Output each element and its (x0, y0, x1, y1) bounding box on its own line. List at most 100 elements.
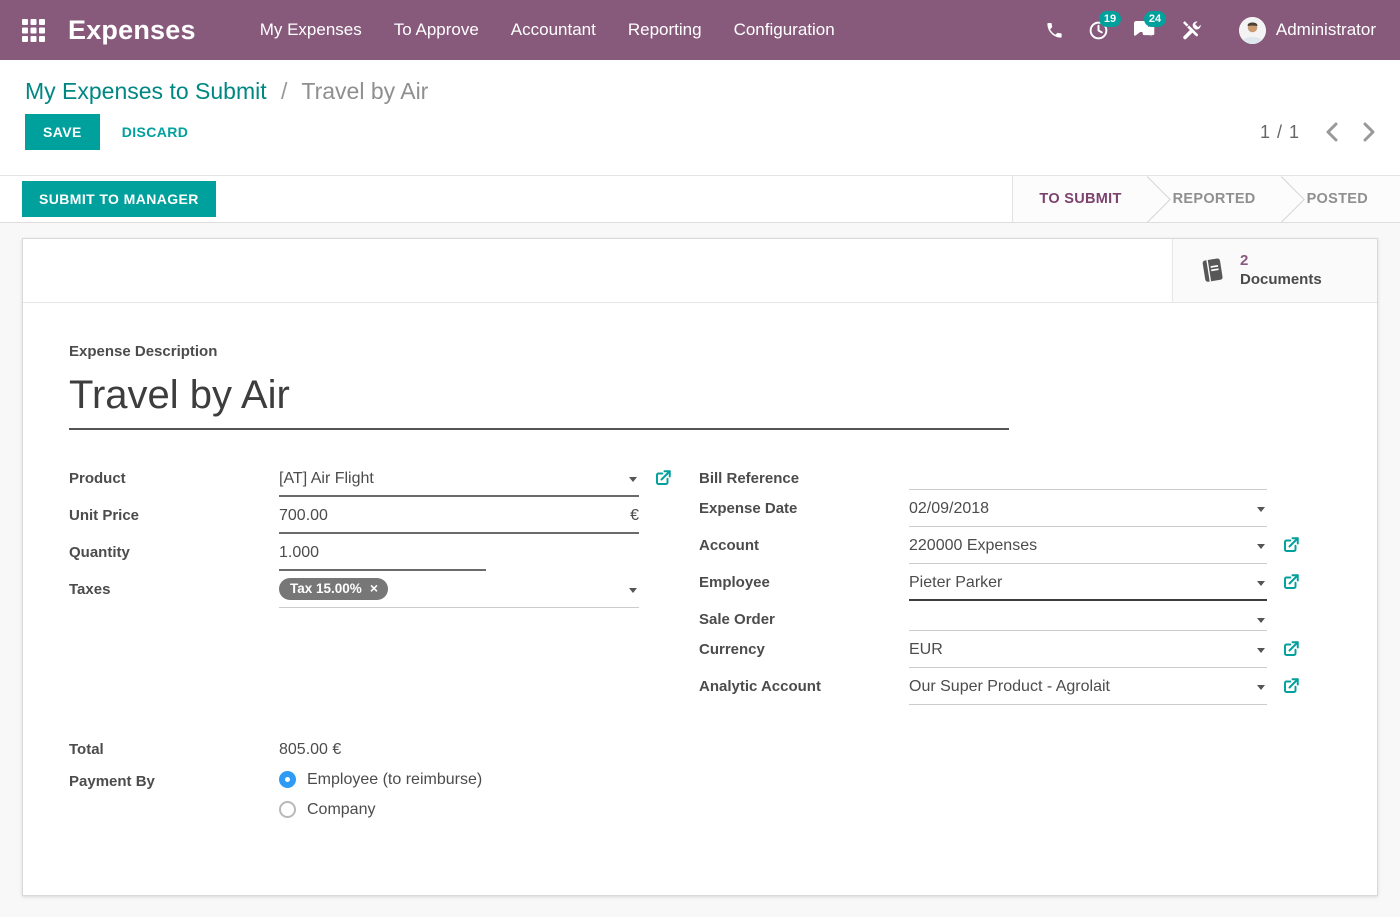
external-link-icon[interactable] (1282, 640, 1300, 658)
messages-icon[interactable]: 24 (1133, 20, 1157, 41)
currency-input[interactable]: EUR (909, 639, 1267, 668)
menu-my-expenses[interactable]: My Expenses (260, 20, 362, 40)
taxes-row: Taxes Tax 15.00% × (69, 579, 639, 608)
pager: 1 / 1 (1260, 122, 1376, 143)
form-body: Expense Description Travel by Air Produc… (23, 303, 1377, 819)
submit-to-manager-button[interactable]: SUBMIT TO MANAGER (22, 181, 216, 217)
menu-accountant[interactable]: Accountant (511, 20, 596, 40)
product-row: Product [AT] Air Flight (69, 468, 639, 497)
external-link-icon[interactable] (1282, 677, 1300, 695)
discard-button[interactable]: DISCARD (122, 124, 189, 140)
product-input[interactable]: [AT] Air Flight (279, 468, 639, 497)
sale-order-row: Sale Order (699, 609, 1330, 631)
employee-label: Employee (699, 572, 909, 594)
documents-count: 2 (1240, 252, 1322, 270)
quantity-row: Quantity 1.000 (69, 542, 639, 571)
control-panel: My Expenses to Submit / Travel by Air SA… (0, 60, 1400, 175)
external-link-icon[interactable] (1282, 536, 1300, 554)
user-menu[interactable]: Administrator (1239, 17, 1376, 44)
employee-input[interactable]: Pieter Parker (909, 572, 1267, 601)
breadcrumb: My Expenses to Submit / Travel by Air (25, 77, 1376, 105)
breadcrumb-parent-link[interactable]: My Expenses to Submit (25, 78, 267, 104)
pager-next-button[interactable] (1363, 122, 1376, 142)
apps-menu-icon[interactable] (22, 18, 46, 42)
payment-by-label: Payment By (69, 771, 279, 793)
unit-price-input[interactable]: 700.00 € (279, 505, 639, 534)
unit-price-label: Unit Price (69, 505, 279, 527)
user-name: Administrator (1276, 20, 1376, 40)
button-box: 2 Documents (23, 239, 1377, 303)
payment-option-company[interactable]: Company (279, 801, 482, 819)
analytic-account-input[interactable]: Our Super Product - Agrolait (909, 676, 1267, 705)
total-row: Total 805.00 € (69, 739, 1331, 761)
expense-date-row: Expense Date 02/09/2018 (699, 498, 1330, 527)
bill-reference-row: Bill Reference (699, 468, 1330, 490)
dropdown-caret-icon[interactable] (1257, 581, 1265, 586)
user-avatar (1239, 17, 1266, 44)
step-arrow-icon (1124, 176, 1171, 223)
tax-tag: Tax 15.00% × (279, 578, 388, 600)
quantity-label: Quantity (69, 542, 279, 564)
unit-price-row: Unit Price 700.00 € (69, 505, 639, 534)
taxes-input[interactable]: Tax 15.00% × (279, 579, 639, 608)
app-title[interactable]: Expenses (68, 15, 196, 46)
content-area: 2 Documents Expense Description Travel b… (0, 223, 1400, 917)
right-column: Bill Reference Expense Date 02/09/2018 (699, 468, 1330, 713)
pager-value: 1 / 1 (1260, 122, 1300, 143)
currency-row: Currency EUR (699, 639, 1330, 668)
account-input[interactable]: 220000 Expenses (909, 535, 1267, 564)
book-icon (1199, 257, 1226, 284)
statusbar: SUBMIT TO MANAGER TO SUBMIT REPORTED POS… (0, 175, 1400, 223)
left-column: Product [AT] Air Flight (69, 468, 639, 713)
documents-button[interactable]: 2 Documents (1172, 239, 1377, 302)
save-button[interactable]: SAVE (25, 114, 100, 150)
activities-icon[interactable]: 19 (1088, 20, 1109, 41)
total-label: Total (69, 739, 279, 761)
expense-date-input[interactable]: 02/09/2018 (909, 498, 1267, 527)
payment-by-row: Payment By Employee (to reimburse) Compa… (69, 771, 1331, 819)
dropdown-caret-icon[interactable] (1257, 685, 1265, 690)
dropdown-caret-icon[interactable] (1257, 544, 1265, 549)
top-navbar: Expenses My Expenses To Approve Accounta… (0, 0, 1400, 60)
pager-previous-button[interactable] (1325, 122, 1338, 142)
external-link-icon[interactable] (654, 469, 672, 487)
activities-badge: 19 (1099, 11, 1121, 27)
bill-reference-input[interactable] (909, 468, 1267, 490)
analytic-account-row: Analytic Account Our Super Product - Agr… (699, 676, 1330, 705)
sale-order-input[interactable] (909, 609, 1267, 631)
product-label: Product (69, 468, 279, 490)
bill-reference-label: Bill Reference (699, 468, 909, 490)
tools-icon[interactable] (1181, 20, 1201, 40)
analytic-account-label: Analytic Account (699, 676, 909, 698)
external-link-icon[interactable] (1282, 573, 1300, 591)
dropdown-caret-icon[interactable] (1257, 618, 1265, 623)
radio-unselected-icon[interactable] (279, 801, 296, 818)
expense-date-label: Expense Date (699, 498, 909, 520)
main-menu: My Expenses To Approve Accountant Report… (260, 20, 835, 40)
form-sheet: 2 Documents Expense Description Travel b… (22, 238, 1378, 896)
menu-to-approve[interactable]: To Approve (394, 20, 479, 40)
expense-description-input[interactable]: Travel by Air (69, 373, 1009, 430)
documents-label: Documents (1240, 270, 1322, 289)
quantity-input[interactable]: 1.000 (279, 542, 486, 571)
phone-icon[interactable] (1045, 21, 1064, 40)
dropdown-caret-icon[interactable] (629, 588, 637, 593)
dropdown-caret-icon[interactable] (1257, 648, 1265, 653)
messages-badge: 24 (1144, 11, 1166, 27)
status-pipeline: TO SUBMIT REPORTED POSTED (1012, 176, 1400, 222)
payment-option-employee[interactable]: Employee (to reimburse) (279, 771, 482, 789)
dropdown-caret-icon[interactable] (629, 477, 637, 482)
sale-order-label: Sale Order (699, 609, 909, 631)
dropdown-caret-icon[interactable] (1257, 507, 1265, 512)
menu-reporting[interactable]: Reporting (628, 20, 702, 40)
employee-row: Employee Pieter Parker (699, 572, 1330, 601)
breadcrumb-current: Travel by Air (301, 78, 428, 104)
currency-suffix: € (630, 505, 639, 527)
total-value: 805.00 € (279, 739, 341, 761)
totals-group: Total 805.00 € Payment By Employee (to r… (69, 739, 1331, 819)
menu-configuration[interactable]: Configuration (734, 20, 835, 40)
navbar-systray: 19 24 (1045, 17, 1376, 44)
breadcrumb-separator: / (281, 78, 287, 104)
radio-selected-icon[interactable] (279, 771, 296, 788)
tag-remove-icon[interactable]: × (370, 581, 378, 595)
